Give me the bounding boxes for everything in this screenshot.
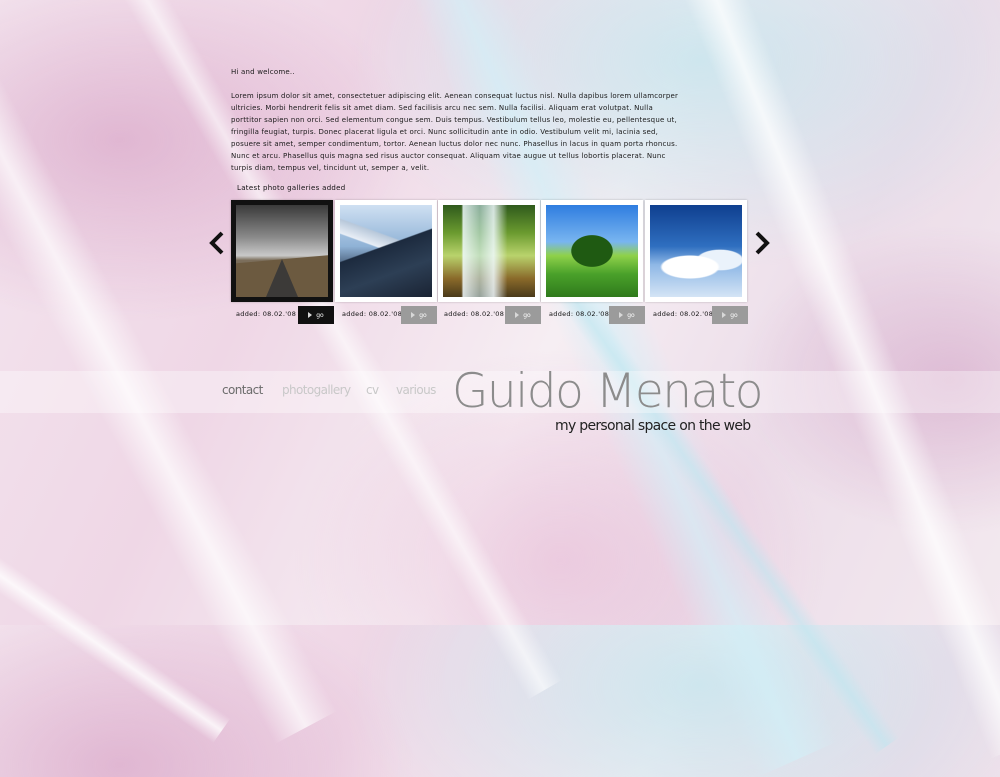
play-icon [308, 312, 313, 318]
nav-photogallery-link[interactable]: photogallery [282, 383, 351, 397]
gallery-prev-button[interactable] [207, 231, 227, 255]
photo-tree [546, 205, 638, 297]
chevron-left-icon [209, 231, 224, 255]
go-button[interactable]: go [298, 306, 334, 324]
go-label: go [523, 311, 531, 319]
added-date: added: 08.02.'08 [549, 310, 610, 318]
gallery-next-button[interactable] [752, 231, 772, 255]
intro-body: Lorem ipsum dolor sit amet, consectetuer… [231, 92, 679, 172]
photo-mountains [340, 205, 432, 297]
photo-waterfall [443, 205, 535, 297]
photo-clouds [650, 205, 742, 297]
gallery-thumb[interactable] [541, 200, 643, 302]
gallery-thumb[interactable] [645, 200, 747, 302]
go-label: go [627, 311, 635, 319]
play-icon [619, 312, 624, 318]
play-icon [515, 312, 520, 318]
site-tagline: my personal space on the web [555, 418, 751, 434]
photo-road [236, 205, 328, 297]
site-logo: Guido Menato [452, 364, 764, 419]
added-date: added: 08.02.'08 [444, 310, 505, 318]
go-button[interactable]: go [712, 306, 748, 324]
added-date: added: 08.02.'08 [653, 310, 714, 318]
go-button[interactable]: go [401, 306, 437, 324]
gallery-title: Latest photo galleries added [237, 184, 346, 192]
chevron-right-icon [755, 231, 770, 255]
play-icon [411, 312, 416, 318]
go-label: go [730, 311, 738, 319]
play-icon [722, 312, 727, 318]
nav-cv-link[interactable]: cv [366, 383, 379, 397]
nav-various-link[interactable]: various [396, 383, 436, 397]
added-date: added: 08.02.'08 [236, 310, 297, 318]
go-label: go [316, 311, 324, 319]
gallery-thumb[interactable] [335, 200, 437, 302]
gallery-thumb[interactable] [231, 200, 333, 302]
go-label: go [419, 311, 427, 319]
intro-text: Hi and welcome.. Lorem ipsum dolor sit a… [231, 66, 683, 174]
go-button[interactable]: go [505, 306, 541, 324]
nav-contact-link[interactable]: contact [222, 383, 263, 397]
gallery-thumb[interactable] [438, 200, 540, 302]
go-button[interactable]: go [609, 306, 645, 324]
added-date: added: 08.02.'08 [342, 310, 403, 318]
intro-greeting: Hi and welcome.. [231, 68, 295, 76]
